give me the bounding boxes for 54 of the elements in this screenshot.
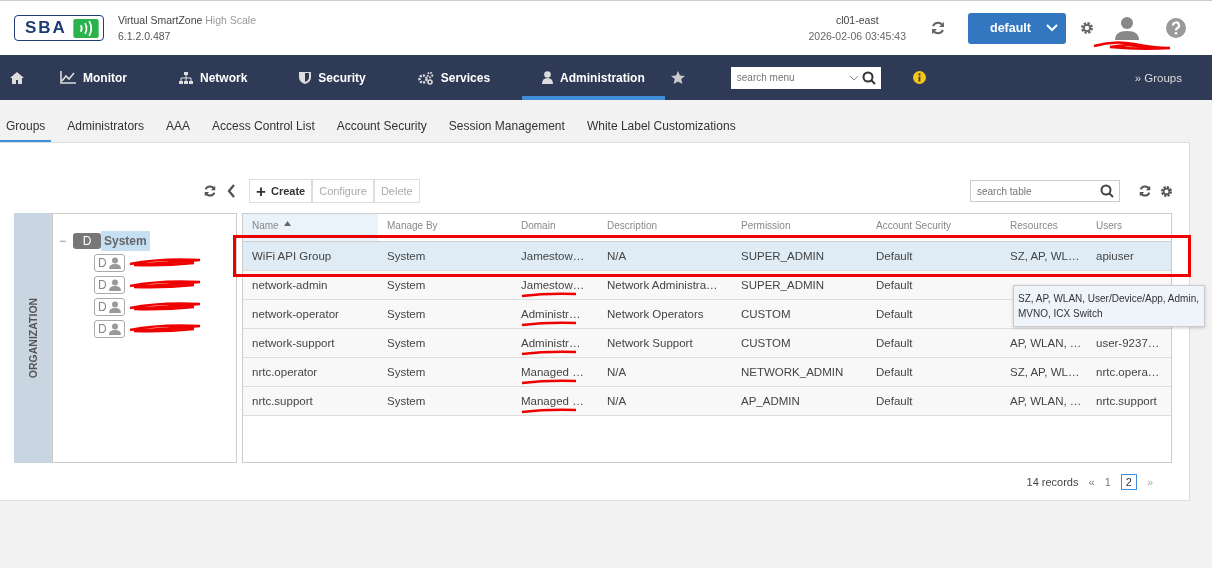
table-cell: nrtc.support [1096, 395, 1157, 407]
table-cell: network-support [252, 337, 335, 349]
table-cell: Administr… [521, 308, 581, 320]
table-cell: Default [876, 279, 913, 291]
table-cell: System [387, 395, 426, 407]
table-cell: Default [876, 395, 913, 407]
table-cell: network-operator [252, 308, 339, 320]
table-cell: Default [876, 250, 913, 262]
table-cell: NETWORK_ADMIN [741, 366, 844, 378]
edition-label: High Scale [205, 14, 257, 26]
tooltip: SZ, AP, WLAN, User/Device/App, Admin, MVNO, ICX Switch [1013, 285, 1205, 327]
table-cell: CUSTOM [741, 308, 791, 320]
table-cell: Default [876, 337, 913, 349]
table-cell: Network Support [607, 337, 693, 349]
table-cell: System [387, 337, 426, 349]
table-cell: network-admin [252, 279, 328, 291]
table-cell: AP, WLAN, … [1010, 337, 1082, 349]
table-cell: AP_ADMIN [741, 395, 800, 407]
version-label: 6.1.2.0.487 [117, 29, 172, 44]
table-cell: nrtc.operator [252, 366, 318, 378]
table-cell: apiuser [1096, 250, 1134, 262]
table-cell: N/A [607, 250, 627, 262]
table-cell: Network Operators [607, 308, 704, 320]
product-name: Virtual SmartZone [117, 14, 203, 26]
organization-side-panel: ORGANIZATION [14, 213, 52, 463]
table-cell: user-9237… [1096, 337, 1160, 349]
table-cell: N/A [607, 366, 627, 378]
table-cell: Jamestow… [521, 250, 585, 262]
table-cell: Jamestow… [521, 279, 585, 291]
cluster-name: cl01-east [834, 13, 880, 28]
logo: SBA [14, 15, 104, 41]
table-cell: System [387, 308, 426, 320]
table-cell: nrtc.opera… [1096, 366, 1160, 378]
table-cell: CUSTOM [741, 337, 791, 349]
table-cell: Managed … [521, 366, 584, 378]
table-cell: SUPER_ADMIN [741, 279, 825, 291]
table-cell: WiFi API Group [252, 250, 332, 262]
date-time: 2026-02-06 03:45:43 [808, 29, 906, 44]
table-cell: System [387, 366, 426, 378]
table-cell: Managed … [521, 395, 584, 407]
table-cell: Network Administra… [607, 279, 718, 291]
table-cell: System [387, 279, 426, 291]
table-cell: Administr… [521, 337, 581, 349]
table-cell: Default [876, 366, 913, 378]
table-cell: SZ, AP, WL… [1010, 366, 1080, 378]
table-cell: Default [876, 308, 913, 320]
table-cell: nrtc.support [252, 395, 313, 407]
table-cell: AP, WLAN, … [1010, 395, 1082, 407]
table-cell: System [387, 250, 426, 262]
table-cell: SZ, AP, WL… [1010, 250, 1080, 262]
record-count: 14 records [1026, 476, 1079, 488]
domain-badge: D [73, 233, 101, 249]
table-cell: SUPER_ADMIN [741, 250, 825, 262]
table-cell: N/A [607, 395, 627, 407]
